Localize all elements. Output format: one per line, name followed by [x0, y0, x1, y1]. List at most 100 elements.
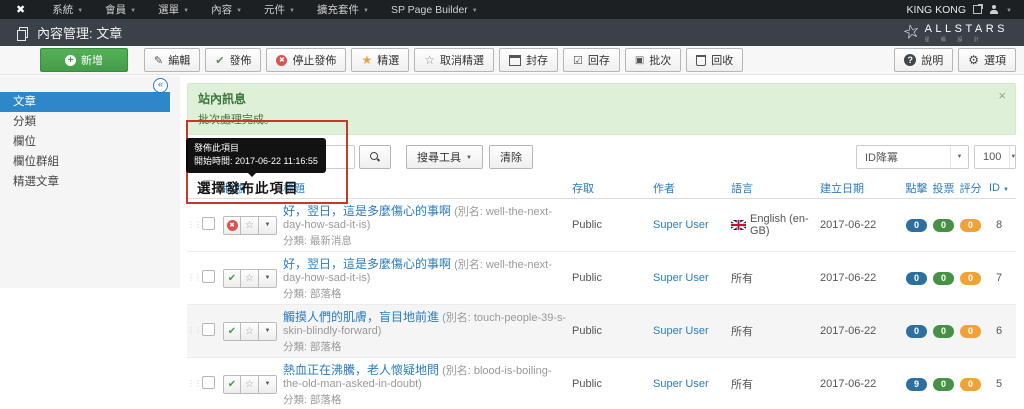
menu-content[interactable]: 內容▼	[200, 0, 253, 19]
clear-button[interactable]: 清除	[489, 145, 533, 169]
drag-handle-icon[interactable]: ⋮⋮	[187, 221, 202, 229]
sidebar-item-field-groups[interactable]: 欄位群組	[0, 152, 180, 172]
checkbox-icon: ☑	[573, 54, 583, 67]
author-link[interactable]: Super User	[653, 219, 709, 231]
user-icon[interactable]	[989, 5, 999, 15]
author-link[interactable]: Super User	[653, 272, 709, 284]
site-preview-link[interactable]: KING KONG	[907, 4, 967, 16]
menu-label: 系統	[52, 2, 73, 17]
new-button[interactable]: +新增	[40, 48, 128, 72]
votes-badge: 0	[933, 219, 954, 232]
published-status-button[interactable]: ✔	[223, 322, 241, 341]
chevron-down-icon: ▼	[289, 8, 295, 14]
rating-badge: 0	[960, 219, 981, 232]
language-cell: 所有	[731, 323, 820, 339]
help-button[interactable]: ?說明	[894, 48, 953, 72]
trash-button[interactable]: 回收	[686, 48, 743, 72]
chevron-down-icon: ▼	[130, 8, 136, 14]
title-cell: 好，翌日，這是多麼傷心的事啊 (別名: well-the-next-day-ho…	[283, 202, 572, 248]
star-outline-icon: ☆	[245, 220, 254, 231]
row-checkbox[interactable]	[202, 376, 215, 389]
status-dropdown-button[interactable]: ▼	[259, 322, 277, 341]
sidebar-collapse-icon[interactable]: «	[153, 78, 168, 93]
pencil-icon: ✎	[154, 54, 163, 67]
header-language[interactable]: 語言	[731, 180, 820, 196]
cancel-circle-icon: ✖	[276, 55, 287, 66]
author-link[interactable]: Super User	[653, 378, 709, 390]
header-access[interactable]: 存取	[572, 180, 653, 196]
menu-menus[interactable]: 選單▼	[147, 0, 200, 19]
article-title-link[interactable]: 熱血正在沸騰，老人懷疑地問	[283, 363, 439, 377]
chevron-down-icon: ▼	[950, 146, 968, 168]
sidebar-item-categories[interactable]: 分類	[0, 112, 180, 132]
publish-button[interactable]: ✔發佈	[205, 48, 261, 72]
header-id[interactable]: ID ▼	[986, 182, 1016, 194]
options-button[interactable]: ⚙選項	[958, 48, 1016, 72]
drag-handle-icon[interactable]: ⋮⋮	[187, 380, 202, 388]
article-title-link[interactable]: 好，翌日，這是多麼傷心的事啊	[283, 257, 451, 271]
sidebar-item-fields[interactable]: 欄位	[0, 132, 180, 152]
chevron-down-icon: ▼	[363, 8, 369, 14]
sidebar: « 文章 分類 欄位 欄位群組 精選文章	[0, 76, 180, 409]
batch-button[interactable]: ▣批次	[625, 48, 681, 72]
close-icon[interactable]: ×	[998, 88, 1006, 103]
menu-components[interactable]: 元件▼	[253, 0, 306, 19]
header-hits[interactable]: 點擊	[905, 180, 932, 196]
hits-badge: 0	[906, 272, 927, 285]
archive-icon	[509, 55, 521, 66]
author-link[interactable]: Super User	[653, 325, 709, 337]
star-outline-icon: ☆	[245, 379, 254, 390]
table-body: ⋮⋮✖☆▼好，翌日，這是多麼傷心的事啊 (別名: well-the-next-d…	[187, 199, 1016, 409]
created-date: 2017-06-22	[820, 272, 905, 284]
row-checkbox[interactable]	[202, 217, 215, 230]
tooltip-start-time: 開始時間: 2017-06-22 11:16:55	[194, 155, 318, 168]
header-author[interactable]: 作者	[653, 180, 731, 196]
unpublish-button[interactable]: ✖停止發佈	[266, 48, 346, 72]
status-dropdown-button[interactable]: ▼	[259, 216, 277, 235]
status-dropdown-button[interactable]: ▼	[259, 269, 277, 288]
published-status-button[interactable]: ✔	[223, 375, 241, 394]
feature-toggle-button[interactable]: ☆	[241, 216, 259, 235]
edit-button[interactable]: ✎編輯	[144, 48, 200, 72]
status-dropdown-button[interactable]: ▼	[259, 375, 277, 394]
unfeature-button[interactable]: ☆取消精選	[414, 48, 494, 72]
article-title-link[interactable]: 好，翌日，這是多麼傷心的事啊	[283, 204, 451, 218]
row-checkbox[interactable]	[202, 270, 215, 283]
sort-select[interactable]: ID降冪▼	[856, 145, 969, 169]
search-tools-button[interactable]: 搜尋工具▼	[406, 145, 483, 169]
search-button[interactable]	[359, 145, 391, 169]
menu-users[interactable]: 會員▼	[94, 0, 147, 19]
header-title[interactable]: 標題	[283, 180, 572, 196]
header-votes[interactable]: 投票	[932, 180, 959, 196]
menu-system[interactable]: 系統▼	[41, 0, 94, 19]
drag-handle-icon[interactable]: ⋮⋮	[187, 274, 202, 282]
menu-extensions[interactable]: 擴充套件▼	[306, 0, 380, 19]
sidebar-item-featured-articles[interactable]: 精選文章	[0, 172, 180, 192]
menu-sp-page-builder[interactable]: SP Page Builder▼	[380, 0, 489, 19]
feature-button[interactable]: ★精選	[351, 48, 409, 72]
chevron-down-icon[interactable]: ▼	[1006, 8, 1012, 14]
created-date: 2017-06-22	[820, 378, 905, 390]
header-created[interactable]: 建立日期	[820, 180, 905, 196]
feature-toggle-button[interactable]: ☆	[241, 269, 259, 288]
archive-button[interactable]: 封存	[499, 48, 558, 72]
checkin-button[interactable]: ☑回存	[563, 48, 620, 72]
row-checkbox[interactable]	[202, 323, 215, 336]
check-icon: ✔	[228, 273, 236, 284]
drag-handle-icon[interactable]: ⋮⋮	[187, 327, 202, 335]
page-size-select[interactable]: 100▼	[974, 145, 1016, 169]
access-level: Public	[572, 272, 653, 284]
feature-toggle-button[interactable]: ☆	[241, 322, 259, 341]
header-rating[interactable]: 評分	[959, 180, 986, 196]
published-status-button[interactable]: ✔	[223, 269, 241, 288]
unpublished-status-button[interactable]: ✖	[223, 216, 241, 235]
sidebar-item-articles[interactable]: 文章	[0, 92, 170, 112]
access-level: Public	[572, 378, 653, 390]
star-outline-icon: ☆	[424, 53, 435, 67]
feature-toggle-button[interactable]: ☆	[241, 375, 259, 394]
square-icon: ▣	[635, 55, 644, 66]
article-title-link[interactable]: 觸摸人們的肌膚，盲目地前進	[283, 310, 439, 324]
check-icon: ✔	[215, 54, 224, 67]
page-size-value: 100	[975, 151, 1009, 163]
joomla-logo-icon[interactable]: ✖	[16, 3, 25, 16]
